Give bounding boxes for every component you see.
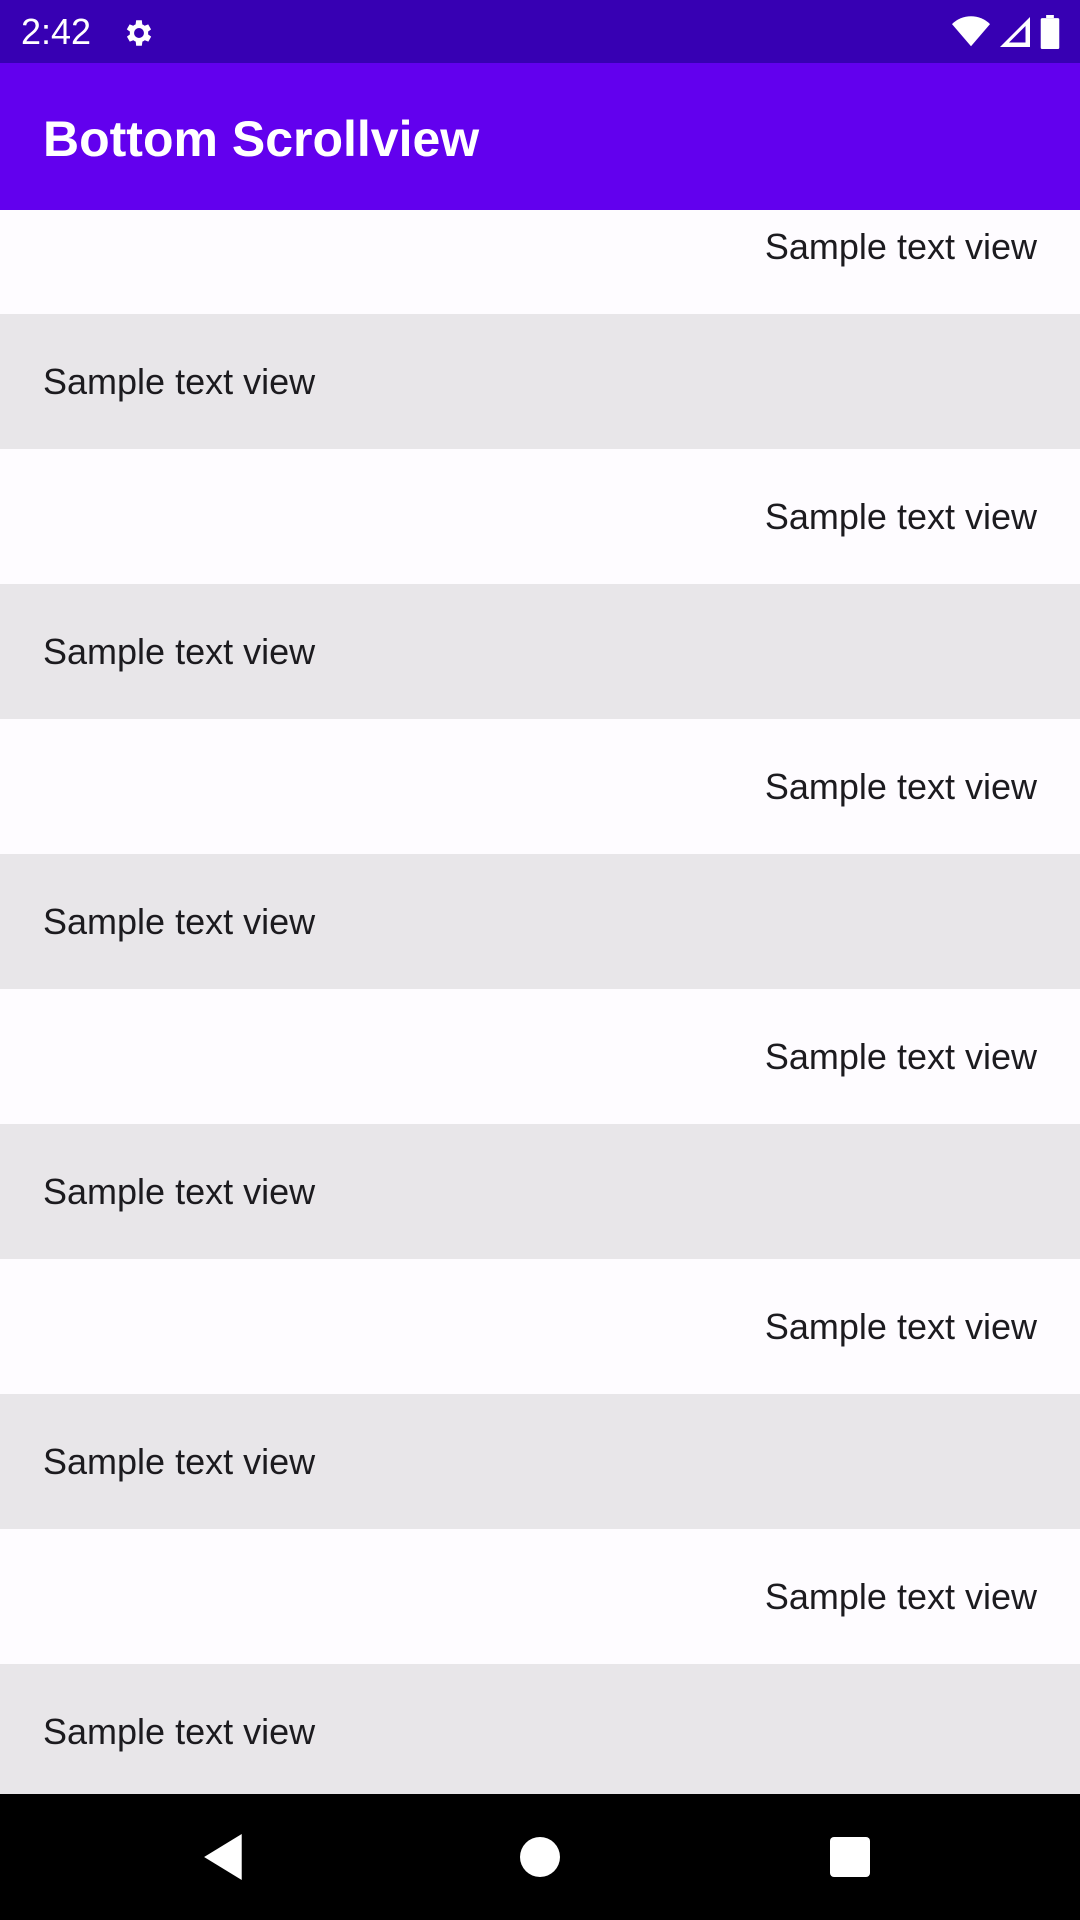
list-item: Sample text view bbox=[0, 210, 1080, 314]
signal-icon bbox=[1000, 17, 1030, 47]
list-item: Sample text view bbox=[0, 1124, 1080, 1259]
list-item-label: Sample text view bbox=[43, 630, 316, 672]
status-time: 2:42 bbox=[21, 11, 92, 52]
list-item-label: Sample text view bbox=[43, 1710, 316, 1752]
back-button[interactable] bbox=[195, 1827, 255, 1887]
list-item: Sample text view bbox=[0, 719, 1080, 854]
app-title: Bottom Scrollview bbox=[43, 111, 480, 167]
list-item-label: Sample text view bbox=[764, 1305, 1037, 1347]
back-icon bbox=[204, 1834, 242, 1880]
list-item-label: Sample text view bbox=[43, 1440, 316, 1482]
list-item-label: Sample text view bbox=[764, 765, 1037, 807]
list-item: Sample text view bbox=[0, 1529, 1080, 1664]
list-item-label: Sample text view bbox=[764, 225, 1037, 267]
list-item-label: Sample text view bbox=[43, 1170, 316, 1212]
home-icon bbox=[520, 1837, 560, 1877]
list-item: Sample text view bbox=[0, 1394, 1080, 1529]
list-item: Sample text view bbox=[0, 854, 1080, 989]
home-button[interactable] bbox=[510, 1827, 570, 1887]
gear-icon bbox=[126, 20, 152, 46]
navigation-bar bbox=[0, 1794, 1080, 1920]
list-item-label: Sample text view bbox=[43, 360, 316, 402]
list-item: Sample text view bbox=[0, 1664, 1080, 1794]
list-item: Sample text view bbox=[0, 1259, 1080, 1394]
list-item-label: Sample text view bbox=[764, 1035, 1037, 1077]
status-bar: 2:42 bbox=[0, 0, 1080, 63]
app-screen: 2:42 Bottom Scrollview Sample text view bbox=[0, 0, 1080, 1920]
wifi-icon bbox=[952, 16, 990, 47]
list-item: Sample text view bbox=[0, 584, 1080, 719]
list-item-label: Sample text view bbox=[764, 1575, 1037, 1617]
list-item: Sample text view bbox=[0, 989, 1080, 1124]
app-bar: Bottom Scrollview bbox=[0, 63, 1080, 210]
list-item: Sample text view bbox=[0, 314, 1080, 449]
battery-icon bbox=[1040, 15, 1060, 49]
list-item-label: Sample text view bbox=[764, 495, 1037, 537]
status-icons bbox=[952, 12, 1060, 52]
recents-button[interactable] bbox=[820, 1827, 880, 1887]
recents-icon bbox=[830, 1837, 870, 1877]
scroll-list[interactable]: Sample text view Sample text view Sample… bbox=[0, 210, 1080, 1794]
list-item-label: Sample text view bbox=[43, 900, 316, 942]
list-item: Sample text view bbox=[0, 449, 1080, 584]
